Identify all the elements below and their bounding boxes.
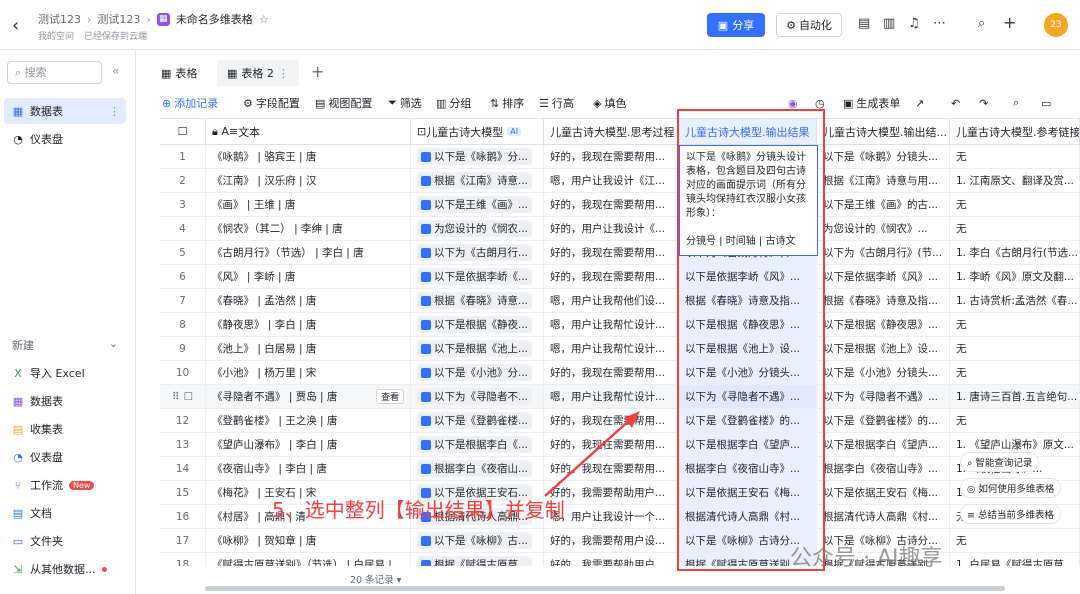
summarize-button[interactable]: ≡ 总结当前多维表格 [960, 504, 1061, 524]
help-icon: ◎ [967, 484, 979, 495]
help-label: 总结当前多维表格 [977, 510, 1054, 521]
annotation-text: 5、选中整列【输出结果】并复制 [272, 498, 565, 522]
watermark: 公众号 · AI趣享 [790, 546, 943, 571]
smart-query-button[interactable]: ⌕ 智能查询记录 [960, 452, 1040, 472]
record-count-label: 20 条记录 [350, 575, 394, 586]
help-label: 智能查询记录 [975, 458, 1033, 469]
help-label: 如何使用多维表格 [978, 484, 1055, 495]
how-to-use-button[interactable]: ◎ 如何使用多维表格 [960, 478, 1062, 498]
summary-icon: ≡ [967, 510, 978, 521]
record-count[interactable]: 20 条记录 ▾ [350, 572, 401, 586]
horizontal-scrollbar[interactable] [205, 586, 1005, 591]
